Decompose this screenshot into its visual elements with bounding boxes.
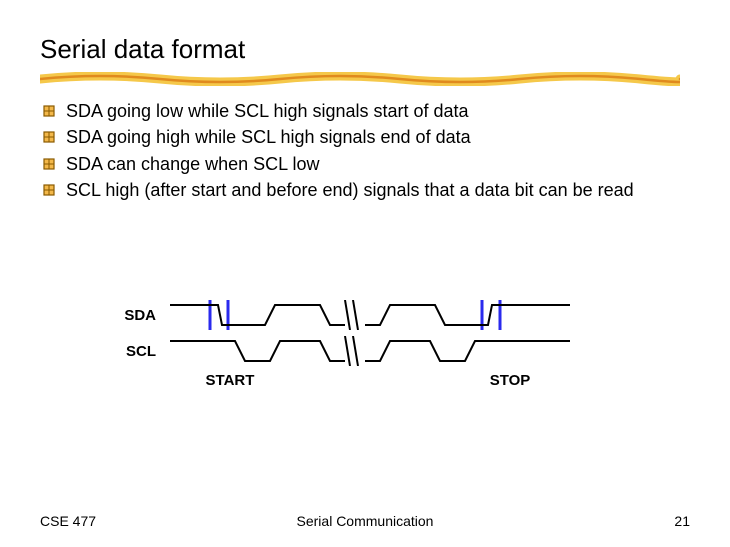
footer: Serial Communication CSE 477 21 [40,513,690,529]
bullet-text: SDA can change when SCL low [66,152,320,176]
spacer [40,372,170,389]
sda-waveform-icon [170,300,570,330]
slide: Serial data format SDA going low while S… [0,0,730,547]
timing-diagram: SDA SCL [40,300,690,389]
condition-labels: START STOP [40,372,690,389]
footer-left: CSE 477 [40,513,96,529]
page-number: 21 [674,513,690,529]
list-item: SDA going high while SCL high signals en… [42,125,690,149]
list-item: SCL high (after start and before end) si… [42,178,690,202]
scl-row: SCL [40,336,690,366]
stop-label: STOP [460,372,560,389]
footer-center: Serial Communication [40,513,690,529]
sda-row: SDA [40,300,690,330]
slide-title: Serial data format [40,34,690,65]
scl-label: SCL [40,343,170,360]
scl-waveform-icon [170,336,570,366]
bullet-text: SCL high (after start and before end) si… [66,178,634,202]
bullet-icon [42,183,56,197]
spacer [290,372,460,389]
bullet-text: SDA going low while SCL high signals sta… [66,99,469,123]
start-label: START [170,372,290,389]
bullet-icon [42,104,56,118]
list-item: SDA going low while SCL high signals sta… [42,99,690,123]
bullet-text: SDA going high while SCL high signals en… [66,125,471,149]
title-underline-icon [40,72,680,86]
list-item: SDA can change when SCL low [42,152,690,176]
bullet-icon [42,130,56,144]
bullet-icon [42,157,56,171]
bullet-list: SDA going low while SCL high signals sta… [42,99,690,202]
sda-label: SDA [40,307,170,324]
